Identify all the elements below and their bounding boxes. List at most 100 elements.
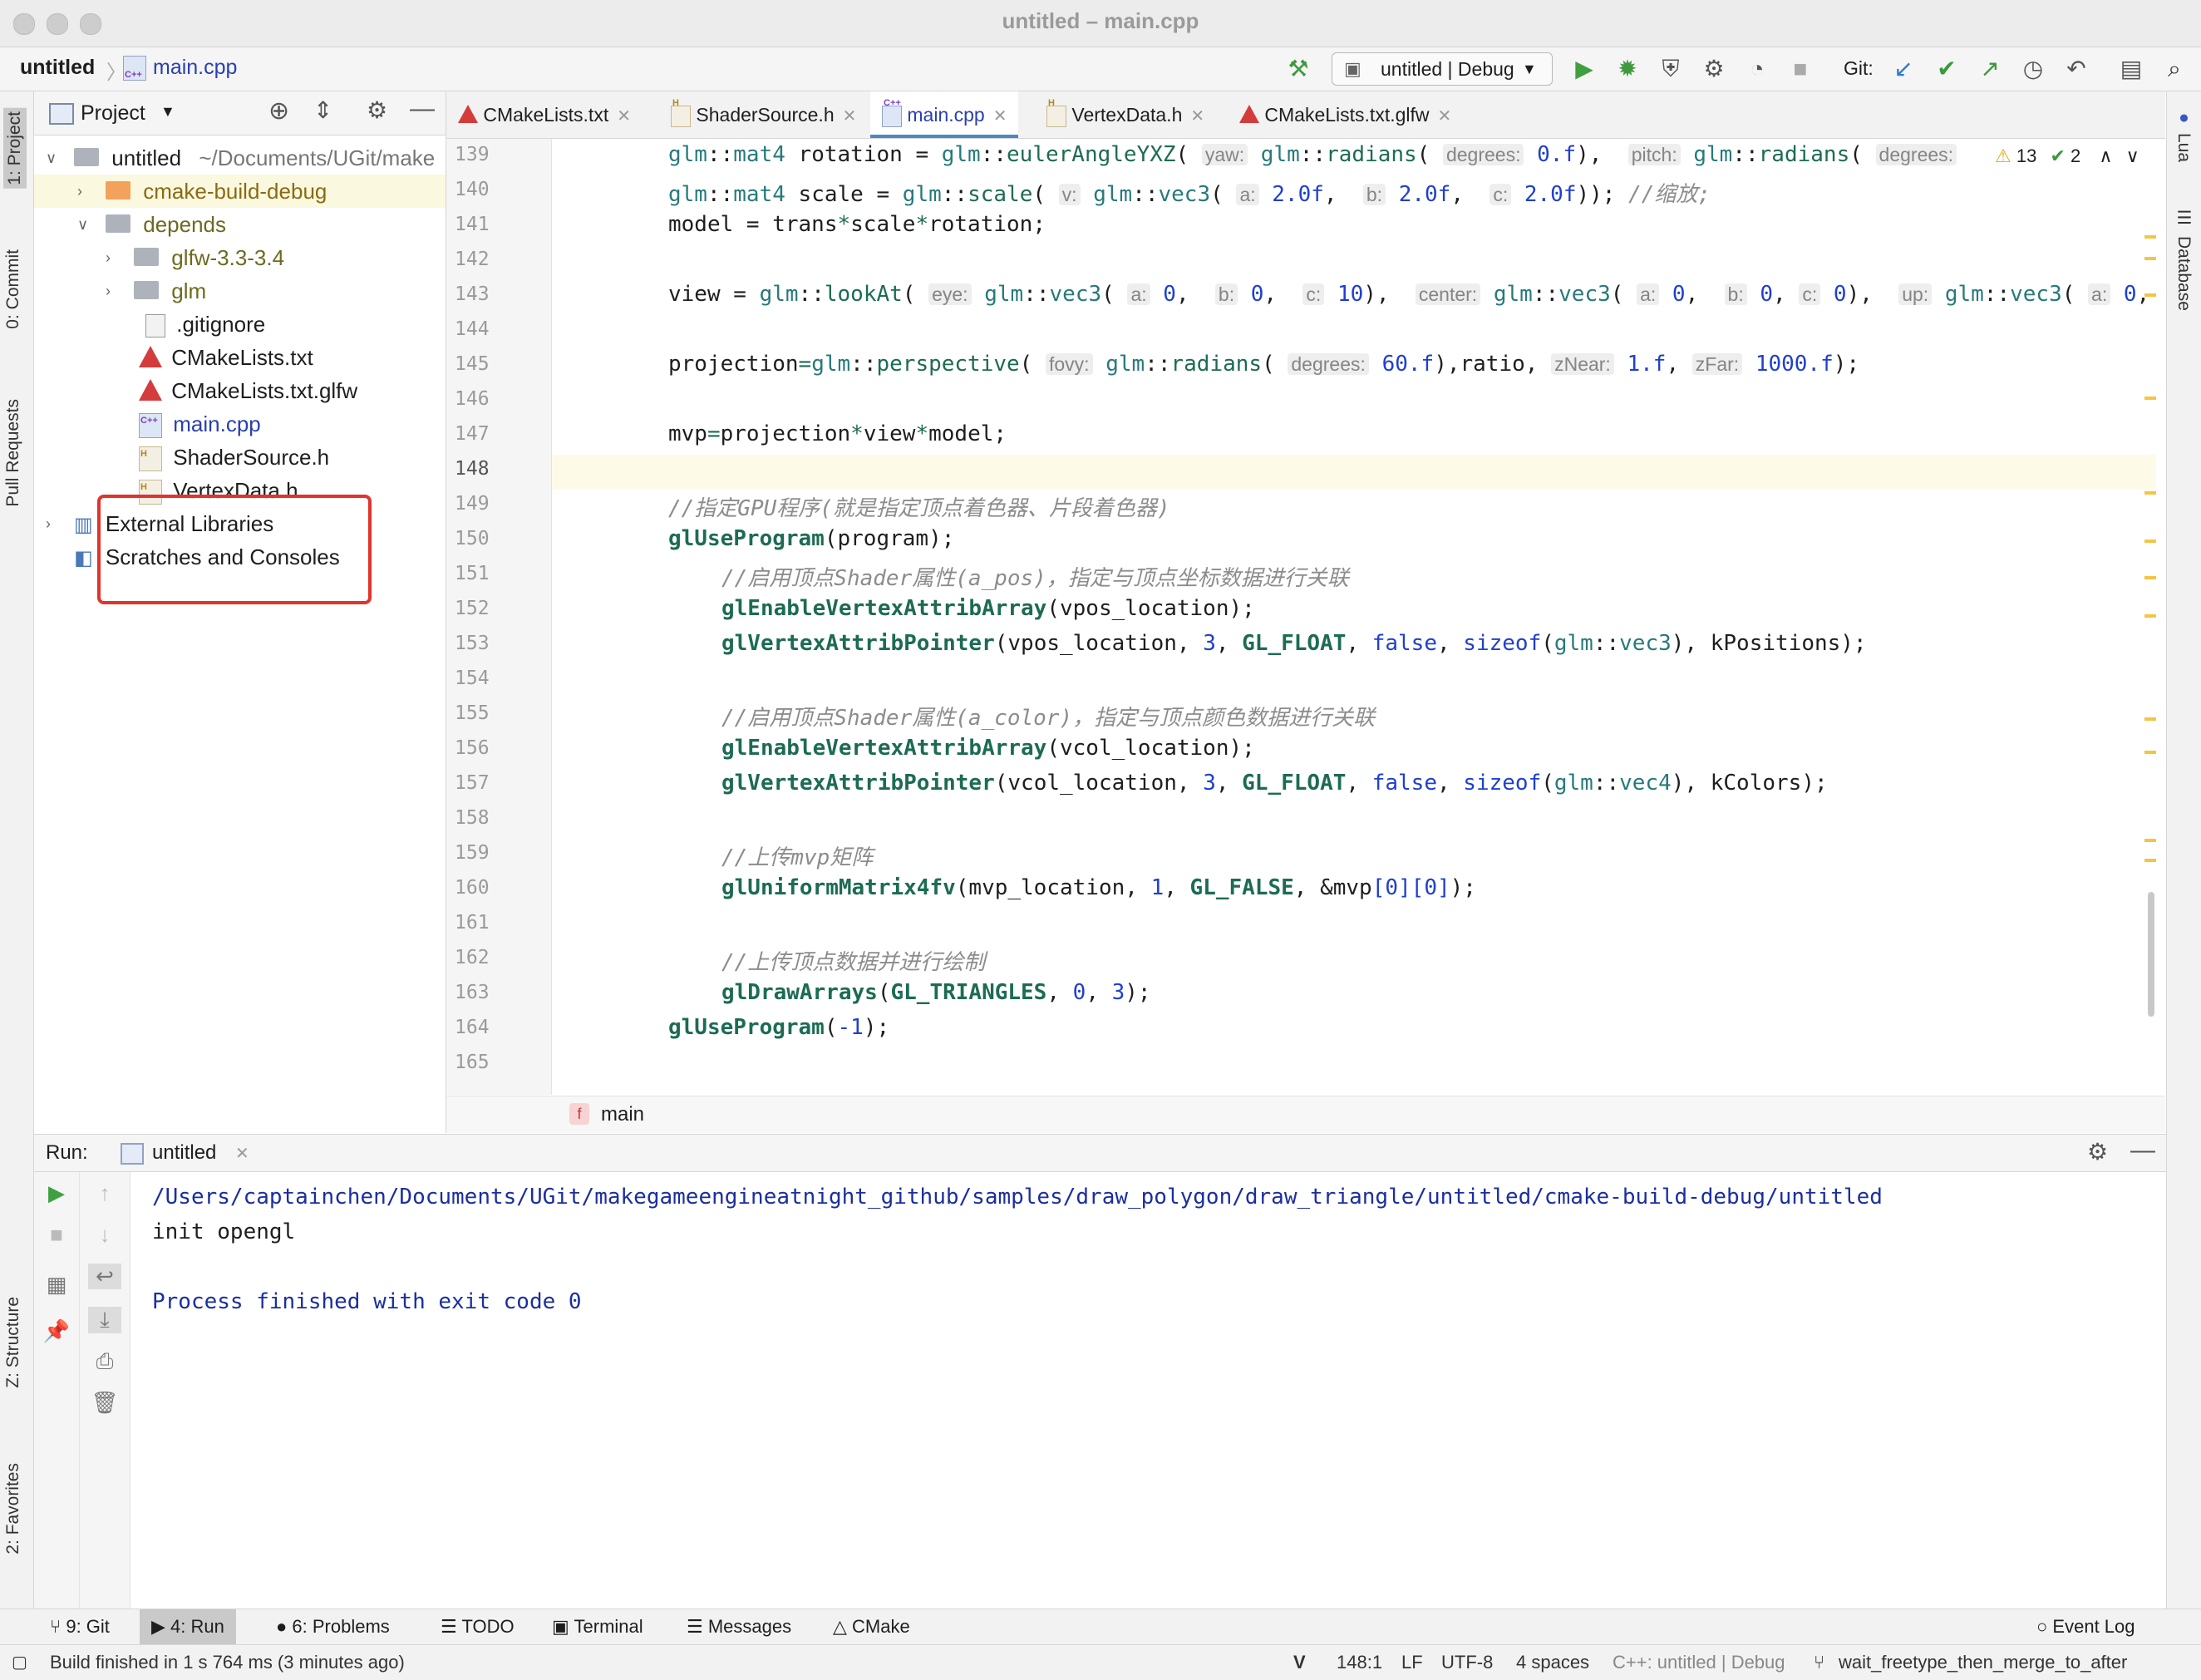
close-icon[interactable]: ✕ <box>1438 107 1452 126</box>
header-file-icon: H <box>1046 98 1066 127</box>
error-stripe-mark <box>2144 839 2156 842</box>
close-icon[interactable]: ✕ <box>993 107 1007 126</box>
run-configuration-select[interactable]: ▣ untitled | Debug ▼ <box>1332 52 1553 86</box>
indent-setting[interactable]: 4 spaces <box>1516 1645 1589 1680</box>
pin-icon[interactable]: 📌 <box>40 1318 73 1344</box>
project-view-select[interactable]: Project <box>81 101 145 126</box>
tree-item-gitignore[interactable]: .gitignore <box>106 308 265 341</box>
tab-cmakelists[interactable]: CMakeLists.txt ✕ <box>458 91 631 138</box>
folder-icon <box>106 181 130 200</box>
git-commit-icon[interactable]: ✔ <box>1932 54 1962 84</box>
event-log-tool-button[interactable]: ○ Event Log <box>2036 1609 2135 1644</box>
tree-item-depends[interactable]: ∨ depends <box>77 208 226 241</box>
error-stripe-mark <box>2144 257 2156 260</box>
hide-panel-icon[interactable]: — <box>410 95 435 123</box>
pull-requests-tool-button[interactable]: Pull Requests <box>3 399 23 507</box>
error-stripe-mark <box>2144 293 2156 297</box>
caret-position[interactable]: 148:1 <box>1337 1645 1382 1680</box>
tree-item-cmake-build-debug[interactable]: › cmake-build-debug <box>34 175 446 208</box>
profile-icon[interactable]: ⚙ <box>1699 54 1729 84</box>
stop-icon[interactable]: ■ <box>40 1222 73 1248</box>
run-tab-untitled[interactable]: untitled <box>152 1141 216 1165</box>
layout-icon[interactable]: ▦ <box>40 1272 73 1298</box>
build-hammer-icon[interactable]: ⚒ <box>1283 54 1313 84</box>
error-stripe-mark <box>2144 576 2156 579</box>
git-push-icon[interactable]: ↗ <box>1975 54 2005 84</box>
database-tool-button[interactable]: Database <box>2174 236 2194 311</box>
editor-scrollbar[interactable] <box>2148 892 2154 1017</box>
commit-tool-button[interactable]: 0: Commit <box>3 249 23 329</box>
search-icon[interactable]: ⌕ <box>2159 54 2189 84</box>
project-view-icon <box>49 103 74 125</box>
tab-main-cpp[interactable]: C++ main.cpp ✕ <box>870 91 1019 138</box>
stop-icon[interactable]: ■ <box>1785 54 1815 84</box>
tree-item-glm[interactable]: › glm <box>106 274 206 308</box>
chevron-down-icon[interactable]: ▼ <box>160 103 175 121</box>
soft-wrap-icon[interactable]: ↩ <box>88 1264 121 1289</box>
tab-shadersource[interactable]: H ShaderSource.h ✕ <box>671 91 856 138</box>
tab-cmakelists-glfw[interactable]: CMakeLists.txt.glfw ✕ <box>1239 91 1451 138</box>
messages-tool-button[interactable]: ☰ Messages <box>687 1609 791 1644</box>
git-branch[interactable]: wait_freetype_then_merge_to_after <box>1839 1645 2127 1680</box>
line-separator[interactable]: LF <box>1401 1645 1423 1680</box>
rollback-icon[interactable]: ↶ <box>2061 54 2091 84</box>
debug-bug-icon[interactable]: ✹ <box>1613 54 1642 84</box>
close-icon[interactable]: ✕ <box>1190 107 1204 126</box>
close-icon[interactable]: ✕ <box>617 107 631 126</box>
close-icon[interactable]: ✕ <box>235 1143 249 1164</box>
breadcrumb-function[interactable]: main <box>601 1103 644 1126</box>
vim-icon[interactable]: V <box>1293 1645 1306 1680</box>
attach-debugger-icon[interactable]: ◔ <box>1742 54 1772 84</box>
problems-tool-button[interactable]: ● 6: Problems <box>276 1609 390 1644</box>
print-icon[interactable]: ⎙ <box>88 1348 121 1375</box>
git-tool-button[interactable]: ⑂ 9: Git <box>50 1609 110 1644</box>
collapse-all-icon[interactable]: ⇕ <box>313 96 332 124</box>
arrow-down-icon[interactable]: ↓ <box>88 1222 121 1248</box>
breadcrumb-file[interactable]: main.cpp <box>153 56 237 80</box>
gear-icon[interactable]: ⚙ <box>367 96 387 124</box>
arrow-up-icon[interactable]: ↑ <box>88 1180 121 1206</box>
favorites-tool-button[interactable]: 2: Favorites <box>3 1463 23 1554</box>
error-stripe-mark <box>2144 539 2156 543</box>
git-label: Git: <box>1844 57 1874 79</box>
status-window-icon[interactable]: ▢ <box>12 1645 27 1680</box>
tree-item-shadersource-h[interactable]: H ShaderSource.h <box>106 441 329 474</box>
tree-item-cmakelists[interactable]: CMakeLists.txt <box>106 341 313 374</box>
code-line: glVertexAttribPointer(vcol_location, 3, … <box>721 771 1828 796</box>
git-update-icon[interactable]: ↙ <box>1888 54 1918 84</box>
close-icon[interactable]: ✕ <box>843 107 857 126</box>
file-encoding[interactable]: UTF-8 <box>1441 1645 1493 1680</box>
tree-item-cmakelists-glfw[interactable]: CMakeLists.txt.glfw <box>106 374 357 407</box>
locate-crosshair-icon[interactable]: ⊕ <box>268 96 289 126</box>
history-icon[interactable]: ◷ <box>2018 54 2048 84</box>
gear-icon[interactable]: ⚙ <box>2087 1138 2108 1165</box>
cpp-file-icon: C++ <box>139 413 162 439</box>
breadcrumb-project[interactable]: untitled <box>20 56 95 80</box>
terminal-tool-button[interactable]: ▣ Terminal <box>552 1609 643 1644</box>
todo-tool-button[interactable]: ☰ TODO <box>441 1609 515 1644</box>
layout-icon[interactable]: ▤ <box>2116 54 2146 84</box>
inspection-widget[interactable]: ⚠ 13 ✔ 2 ∧ ∨ <box>1990 145 2144 167</box>
chevron-up-icon[interactable]: ∧ <box>2099 145 2112 166</box>
code-editor[interactable]: glm::mat4 rotation = glm::eulerAngleYXZ(… <box>552 139 2156 1095</box>
structure-tool-button[interactable]: Z: Structure <box>3 1297 23 1388</box>
status-message[interactable]: Build finished in 1 s 764 ms (3 minutes … <box>50 1645 405 1680</box>
tree-item-root[interactable]: ∨ untitled ~/Documents/UGit/make <box>46 141 435 175</box>
chevron-down-icon[interactable]: ∨ <box>2126 145 2139 166</box>
hide-panel-icon[interactable]: — <box>2130 1136 2155 1165</box>
resolve-context[interactable]: C++: untitled | Debug <box>1613 1645 1785 1680</box>
lua-tool-button[interactable]: Lua <box>2174 133 2194 162</box>
run-play-icon[interactable]: ▶ <box>1569 54 1599 84</box>
rerun-icon[interactable]: ▶ <box>40 1180 73 1206</box>
error-stripe-mark <box>2144 397 2156 400</box>
tree-item-main-cpp[interactable]: C++ main.cpp <box>106 407 261 441</box>
trash-icon[interactable]: 🗑 <box>88 1390 121 1416</box>
tab-vertexdata[interactable]: H VertexData.h ✕ <box>1046 91 1204 138</box>
right-tool-strip: ● Lua ☰ Database <box>2166 91 2201 1609</box>
coverage-icon[interactable]: ⛨ <box>1656 54 1686 84</box>
scroll-to-end-icon[interactable]: ⤓ <box>88 1307 121 1333</box>
tree-item-glfw[interactable]: › glfw-3.3-3.4 <box>106 241 284 274</box>
project-tool-button[interactable]: 1: Project <box>3 108 27 189</box>
cmake-tool-button[interactable]: △ CMake <box>833 1609 910 1644</box>
run-tool-button[interactable]: ▶ 4: Run <box>140 1609 236 1644</box>
